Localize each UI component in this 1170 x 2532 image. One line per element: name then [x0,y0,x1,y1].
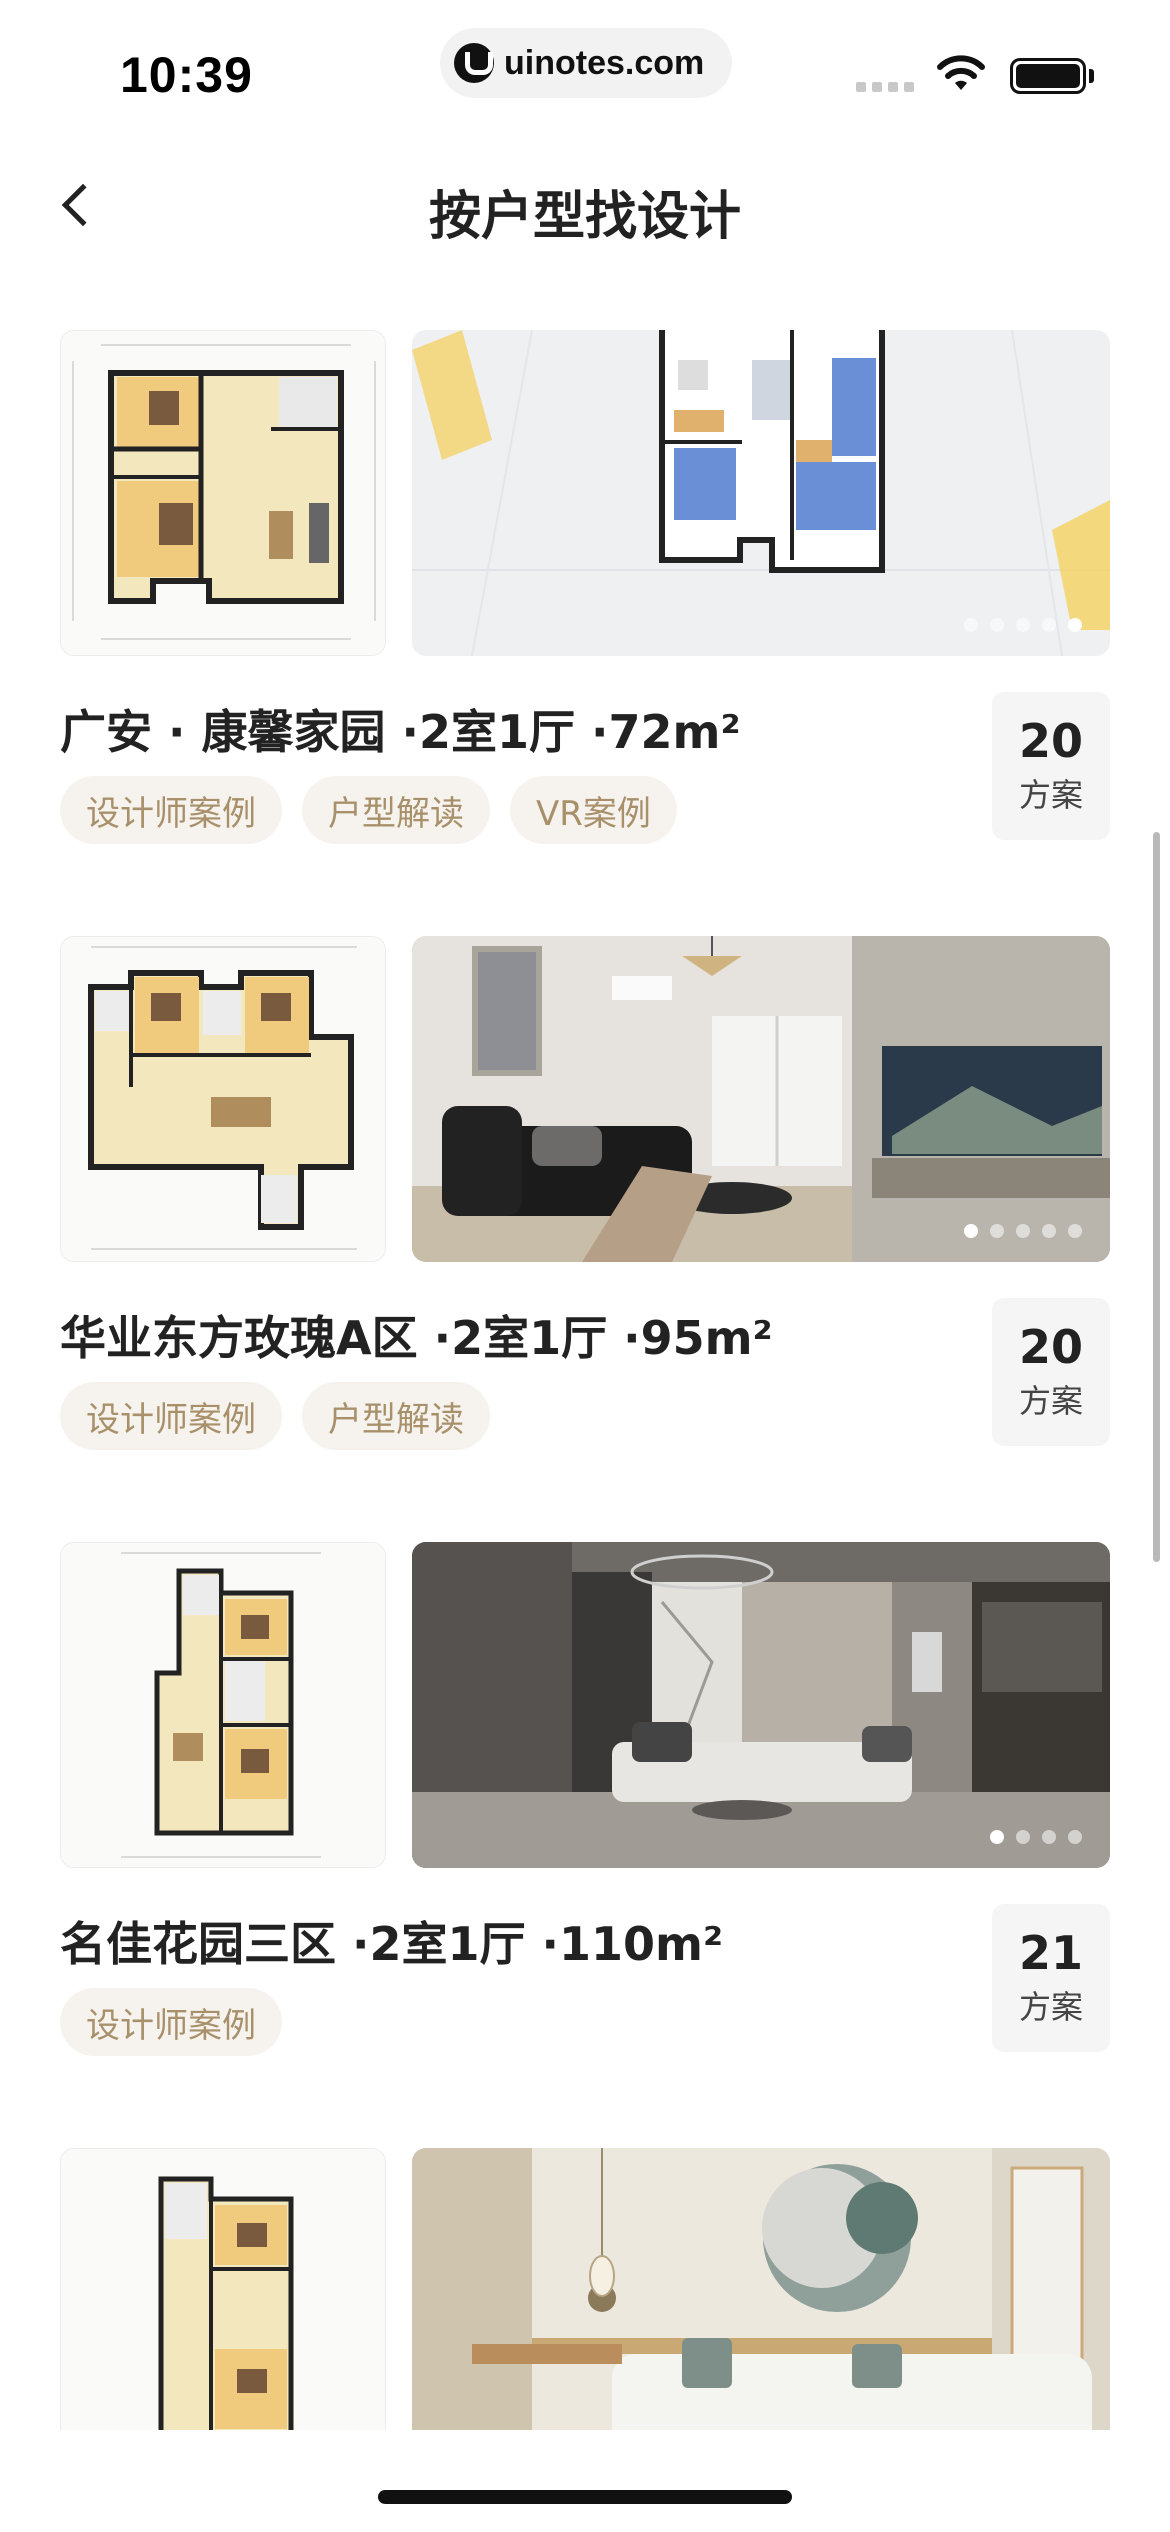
tag-layout-analysis[interactable]: 户型解读 [302,776,490,844]
nav-bar: 按户型找设计 [0,150,1170,260]
carousel-dots [964,618,1082,632]
photo-image [412,936,1110,1262]
listing-card[interactable]: 广安 · 康馨家园 ·2室1厅 ·72m² 设计师案例 户型解读 VR案例 20… [60,330,1110,892]
listing-card[interactable]: 名佳花园三区 ·2室1厅 ·110m² 设计师案例 21 方案 [60,1542,1110,2104]
url-text: uinotes.com [504,43,705,82]
home-indicator[interactable] [378,2490,792,2504]
battery-tip [1089,69,1094,83]
carousel-dot[interactable] [1042,618,1056,632]
tag-designer-case[interactable]: 设计师案例 [60,776,282,844]
tag-designer-case[interactable]: 设计师案例 [60,1382,282,1450]
carousel-dot[interactable] [990,618,1004,632]
plan-count-badge[interactable]: 21 方案 [992,1904,1110,2052]
carousel-dot[interactable] [990,1224,1004,1238]
carousel-dot-active[interactable] [990,1830,1004,1844]
design-photo[interactable] [412,330,1110,656]
listing-title[interactable]: 名佳花园三区 ·2室1厅 ·110m² [60,1908,723,1974]
wifi-icon [937,55,985,90]
site-logo-icon [454,43,494,83]
design-photo[interactable] [412,1542,1110,1868]
floorplan-image [61,2149,385,2430]
plan-count: 20 [1018,1319,1083,1374]
photo-image [412,1542,1110,1868]
listing-card[interactable] [60,2148,1110,2430]
carousel-dot[interactable] [1042,1224,1056,1238]
carousel-dot-active[interactable] [964,1224,978,1238]
listing-title[interactable]: 广安 · 康馨家园 ·2室1厅 ·72m² [60,696,741,762]
carousel-dot[interactable] [1068,1224,1082,1238]
floorplan-thumbnail[interactable] [60,936,386,1262]
carousel-dot-active[interactable] [1068,618,1082,632]
url-pill[interactable]: uinotes.com [440,28,732,98]
battery-icon [1010,58,1086,94]
floorplan-thumbnail[interactable] [60,2148,386,2430]
floorplan-thumbnail[interactable] [60,1542,386,1868]
carousel-dot[interactable] [1016,1830,1030,1844]
plan-count-unit: 方案 [1018,1382,1083,1421]
listing-card[interactable]: 华业东方玫瑰A区 ·2室1厅 ·95m² 设计师案例 户型解读 20 方案 [60,936,1110,1498]
carousel-dot[interactable] [1042,1830,1056,1844]
floorplan-image [61,937,385,1261]
status-time: 10:39 [120,47,253,103]
carousel-dot[interactable] [1068,1830,1082,1844]
design-photo[interactable] [412,2148,1110,2430]
plan-count-unit: 方案 [1018,776,1083,815]
tag-layout-analysis[interactable]: 户型解读 [302,1382,490,1450]
carousel-dot[interactable] [1016,1224,1030,1238]
design-photo[interactable] [412,936,1110,1262]
status-bar: 10:39 uinotes.com [0,0,1170,130]
plan-count-badge[interactable]: 20 方案 [992,1298,1110,1446]
floorplan-image [61,331,385,655]
carousel-dot[interactable] [964,618,978,632]
tag-list: 设计师案例 户型解读 VR案例 [60,776,677,844]
photo-image [412,2148,1110,2430]
floorplan-list[interactable]: 广安 · 康馨家园 ·2室1厅 ·72m² 设计师案例 户型解读 VR案例 20… [0,330,1170,2430]
listing-title[interactable]: 华业东方玫瑰A区 ·2室1厅 ·95m² [60,1302,773,1368]
carousel-dots [964,1224,1082,1238]
carousel-dots [990,1830,1082,1844]
photo-image [412,330,1110,656]
plan-count-badge[interactable]: 20 方案 [992,692,1110,840]
page-title: 按户型找设计 [428,187,741,247]
floorplan-thumbnail[interactable] [60,330,386,656]
tag-vr-case[interactable]: VR案例 [510,776,677,844]
tag-list: 设计师案例 [60,1988,282,2056]
tag-list: 设计师案例 户型解读 [60,1382,490,1450]
carousel-dot[interactable] [1016,618,1030,632]
signal-icon [856,82,914,92]
plan-count-unit: 方案 [1018,1988,1083,2027]
plan-count: 20 [1018,713,1083,768]
floorplan-image [61,1543,385,1867]
plan-count: 21 [1018,1925,1083,1980]
tag-designer-case[interactable]: 设计师案例 [60,1988,282,2056]
scrollbar[interactable] [1153,832,1160,1562]
